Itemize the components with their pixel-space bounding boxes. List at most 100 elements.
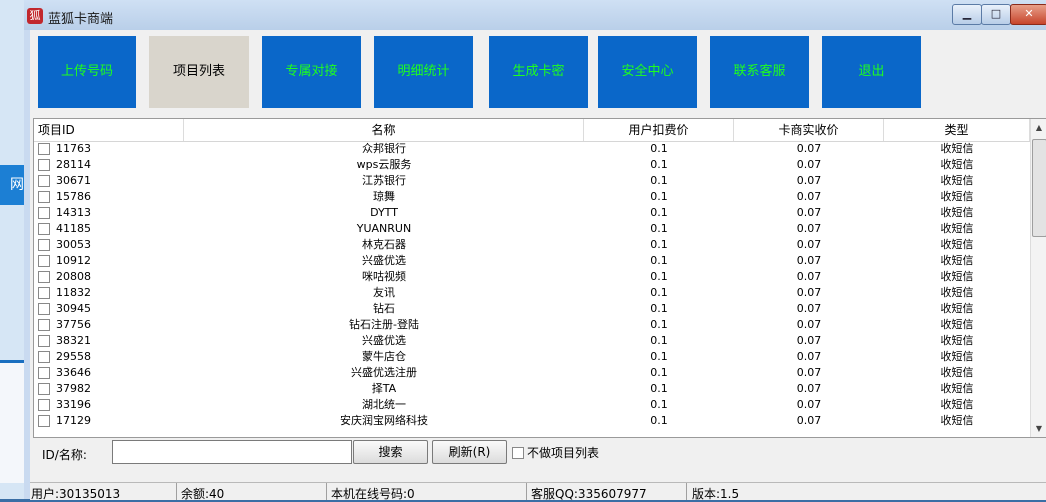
nav-detail-stats[interactable]: 明细统计 — [374, 36, 473, 108]
desktop-window-fragment-lower — [0, 360, 24, 483]
row-checkbox[interactable] — [38, 399, 50, 411]
cell-user-price: 0.1 — [650, 302, 668, 315]
cell-type: 收短信 — [940, 206, 974, 219]
scroll-thumb[interactable] — [1032, 139, 1046, 237]
cell-merchant-price: 0.07 — [796, 302, 822, 315]
row-id-text: 37756 — [56, 318, 91, 331]
scroll-down-icon[interactable]: ▼ — [1031, 420, 1046, 437]
table-row[interactable]: 14313 DYTT 0.1 0.07 收短信 — [34, 205, 1030, 221]
table-row[interactable]: 41185 YUANRUN 0.1 0.07 收短信 — [34, 221, 1030, 237]
table-row[interactable]: 29558 蒙牛店仓 0.1 0.07 收短信 — [34, 349, 1030, 365]
row-id-text: 30671 — [56, 174, 91, 187]
status-divider — [686, 483, 687, 500]
cell-name: 江苏银行 — [362, 174, 406, 187]
table-row[interactable]: 28114 wps云服务 0.1 0.07 收短信 — [34, 157, 1030, 173]
column-header-id[interactable]: 项目ID — [34, 119, 184, 141]
window-title: 蓝狐卡商端 — [48, 12, 114, 27]
cell-user-price: 0.1 — [650, 334, 668, 347]
maximize-button[interactable]: □ — [981, 4, 1011, 25]
column-header-user-price[interactable]: 用户扣费价 — [584, 119, 734, 141]
table-row[interactable]: 37982 择TA 0.1 0.07 收短信 — [34, 381, 1030, 397]
nav-exit[interactable]: 退出 — [822, 36, 921, 108]
cell-merchant-price: 0.07 — [796, 382, 822, 395]
cell-name: 众邦银行 — [362, 142, 406, 155]
table-row[interactable]: 20808 咪咕视频 0.1 0.07 收短信 — [34, 269, 1030, 285]
status-online-numbers: 本机在线号码:0 — [331, 487, 415, 501]
cell-name: DYTT — [370, 206, 398, 219]
exclude-project-checkbox[interactable]: 不做项目列表 — [512, 444, 599, 461]
table-row[interactable]: 38321 兴盛优选 0.1 0.07 收短信 — [34, 333, 1030, 349]
row-checkbox[interactable] — [38, 239, 50, 251]
row-id-text: 41185 — [56, 222, 91, 235]
cell-name: 林克石器 — [362, 238, 406, 251]
cell-project-id: 11832 — [34, 285, 184, 301]
row-checkbox[interactable] — [38, 319, 50, 331]
row-checkbox[interactable] — [38, 335, 50, 347]
table-row[interactable]: 33646 兴盛优选注册 0.1 0.07 收短信 — [34, 365, 1030, 381]
nav-security-center[interactable]: 安全中心 — [598, 36, 697, 108]
title-bar[interactable]: 狐 蓝狐卡商端 ▁ □ ✕ — [24, 0, 1046, 30]
row-checkbox[interactable] — [38, 143, 50, 155]
nav-upload-numbers[interactable]: 上传号码 — [38, 36, 136, 108]
cell-merchant-price: 0.07 — [796, 254, 822, 267]
row-checkbox[interactable] — [38, 367, 50, 379]
search-button[interactable]: 搜索 — [353, 440, 428, 464]
refresh-button[interactable]: 刷新(R) — [432, 440, 507, 464]
cell-user-price: 0.1 — [650, 414, 668, 427]
status-support-qq: 客服QQ:335607977 — [531, 487, 647, 501]
row-checkbox[interactable] — [38, 207, 50, 219]
row-checkbox[interactable] — [38, 287, 50, 299]
table-row[interactable]: 30671 江苏银行 0.1 0.07 收短信 — [34, 173, 1030, 189]
cell-merchant-price: 0.07 — [796, 142, 822, 155]
row-checkbox[interactable] — [38, 303, 50, 315]
row-checkbox[interactable] — [38, 175, 50, 187]
row-checkbox[interactable] — [38, 271, 50, 283]
minimize-button[interactable]: ▁ — [952, 4, 982, 25]
row-checkbox[interactable] — [38, 415, 50, 427]
column-header-name[interactable]: 名称 — [184, 119, 584, 141]
cell-type: 收短信 — [940, 286, 974, 299]
nav-generate-card[interactable]: 生成卡密 — [489, 36, 588, 108]
table-row[interactable]: 30053 林克石器 0.1 0.07 收短信 — [34, 237, 1030, 253]
row-checkbox[interactable] — [38, 223, 50, 235]
cell-name: 兴盛优选 — [362, 334, 406, 347]
column-header-merchant-price[interactable]: 卡商实收价 — [734, 119, 884, 141]
nav-exclusive-docking[interactable]: 专属对接 — [262, 36, 361, 108]
vertical-scrollbar[interactable]: ▲ ▼ — [1030, 119, 1046, 437]
cell-name: 安庆润宝网络科技 — [340, 414, 428, 427]
table-row[interactable]: 30945 钻石 0.1 0.07 收短信 — [34, 301, 1030, 317]
row-id-text: 38321 — [56, 334, 91, 347]
column-header-type[interactable]: 类型 — [884, 119, 1030, 141]
cell-name: 咪咕视频 — [362, 270, 406, 283]
cell-project-id: 41185 — [34, 221, 184, 237]
row-checkbox[interactable] — [38, 191, 50, 203]
cell-project-id: 33196 — [34, 397, 184, 413]
table-row[interactable]: 15786 琼舞 0.1 0.07 收短信 — [34, 189, 1030, 205]
table-row[interactable]: 10912 兴盛优选 0.1 0.07 收短信 — [34, 253, 1030, 269]
cell-user-price: 0.1 — [650, 318, 668, 331]
row-id-text: 28114 — [56, 158, 91, 171]
cell-project-id: 17129 — [34, 413, 184, 429]
row-checkbox[interactable] — [38, 351, 50, 363]
table-row[interactable]: 37756 钻石注册-登陆 0.1 0.07 收短信 — [34, 317, 1030, 333]
row-checkbox[interactable] — [38, 159, 50, 171]
app-window: 狐 蓝狐卡商端 ▁ □ ✕ 上传号码 项目列表 专属对接 明细统计 生成卡密 安… — [24, 0, 1046, 501]
cell-project-id: 30945 — [34, 301, 184, 317]
nav-project-list[interactable]: 项目列表 — [149, 36, 249, 108]
close-button[interactable]: ✕ — [1010, 4, 1046, 25]
table-row[interactable]: 33196 湖北统一 0.1 0.07 收短信 — [34, 397, 1030, 413]
row-id-text: 10912 — [56, 254, 91, 267]
nav-contact-support[interactable]: 联系客服 — [710, 36, 809, 108]
table-row[interactable]: 17129 安庆润宝网络科技 0.1 0.07 收短信 — [34, 413, 1030, 429]
cell-merchant-price: 0.07 — [796, 414, 822, 427]
row-id-text: 14313 — [56, 206, 91, 219]
search-input[interactable] — [112, 440, 352, 464]
row-checkbox[interactable] — [38, 383, 50, 395]
cell-user-price: 0.1 — [650, 142, 668, 155]
checkbox-icon[interactable] — [512, 446, 524, 459]
table-row[interactable]: 11763 众邦银行 0.1 0.07 收短信 — [34, 141, 1030, 157]
row-checkbox[interactable] — [38, 255, 50, 267]
scroll-up-icon[interactable]: ▲ — [1031, 119, 1046, 136]
row-id-text: 17129 — [56, 414, 91, 427]
table-row[interactable]: 11832 友讯 0.1 0.07 收短信 — [34, 285, 1030, 301]
